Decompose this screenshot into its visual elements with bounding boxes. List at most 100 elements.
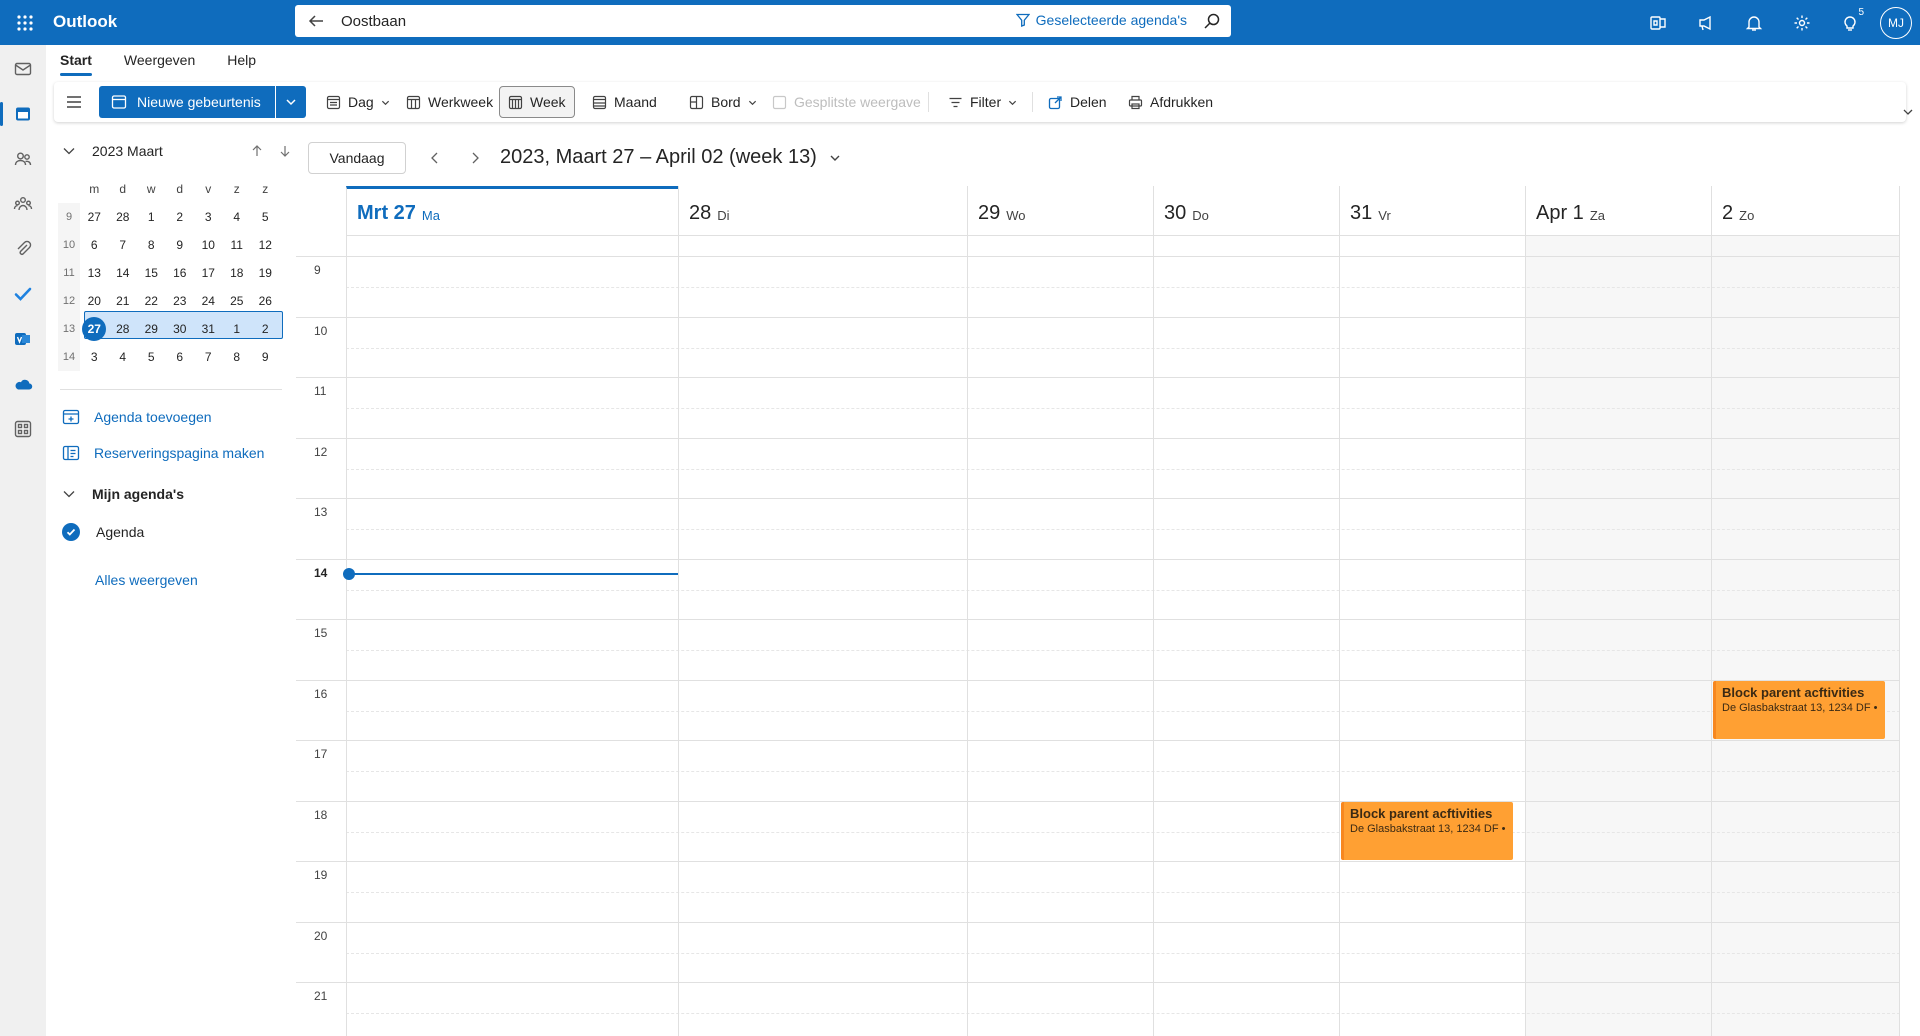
tab-weergeven[interactable]: Weergeven — [124, 52, 195, 76]
day-header-fri[interactable]: 31 Vr — [1339, 186, 1525, 236]
day-header-mon[interactable]: Mrt 27 Ma — [346, 186, 678, 236]
rail-mail[interactable] — [0, 49, 46, 89]
add-calendar-link[interactable]: Agenda toevoegen — [62, 408, 212, 426]
today-button[interactable]: Vandaag — [308, 142, 406, 174]
booking-page-link[interactable]: Reserveringspagina maken — [62, 444, 264, 462]
mini-day[interactable]: 19 — [251, 266, 280, 280]
rail-calendar[interactable] — [0, 94, 46, 134]
mini-day[interactable]: 27 — [80, 210, 109, 224]
mini-day[interactable]: 11 — [223, 238, 252, 252]
mini-day[interactable]: 4 — [109, 350, 138, 364]
view-board-button[interactable]: Bord — [681, 86, 765, 118]
rail-files[interactable] — [0, 229, 46, 269]
mini-day[interactable]: 3 — [80, 350, 109, 364]
search-input[interactable] — [341, 11, 861, 31]
mini-day[interactable]: 4 — [223, 210, 252, 224]
mini-day[interactable]: 20 — [80, 294, 109, 308]
rail-viva[interactable] — [0, 319, 46, 359]
mini-day[interactable]: 18 — [223, 266, 252, 280]
new-event-button[interactable]: Nieuwe gebeurtenis — [99, 86, 275, 118]
mini-day[interactable]: 28 — [109, 322, 138, 336]
share-button[interactable]: Delen — [1040, 86, 1115, 118]
calendar-item-agenda[interactable]: Agenda — [62, 523, 144, 541]
mini-day[interactable]: 2 — [251, 322, 280, 336]
rail-people[interactable] — [0, 139, 46, 179]
mini-day[interactable]: 24 — [194, 294, 223, 308]
view-month-button[interactable]: Maand — [584, 86, 665, 118]
chevron-right-icon[interactable] — [468, 151, 482, 165]
day-header-thu[interactable]: 30 Do — [1153, 186, 1339, 236]
mini-day[interactable]: 21 — [109, 294, 138, 308]
mini-day[interactable]: 15 — [137, 266, 166, 280]
mini-day[interactable]: 10 — [194, 238, 223, 252]
arrow-up-icon[interactable] — [250, 144, 264, 158]
filter-button[interactable]: Filter — [940, 86, 1025, 118]
view-week-button[interactable]: Week — [499, 86, 575, 118]
mini-day[interactable]: 8 — [223, 350, 252, 364]
rail-more-apps[interactable] — [0, 409, 46, 449]
rail-groups[interactable] — [0, 184, 46, 224]
print-button[interactable]: Afdrukken — [1120, 86, 1221, 118]
time-grid[interactable]: 9 10 11 12 13 14 15 16 17 18 19 20 21 Bl… — [296, 236, 1900, 1036]
mini-day[interactable]: 7 — [194, 350, 223, 364]
day-header-sun[interactable]: 2 Zo — [1711, 186, 1900, 236]
mini-day[interactable]: 5 — [137, 350, 166, 364]
app-launcher-button[interactable] — [8, 6, 41, 39]
mini-day[interactable]: 9 — [251, 350, 280, 364]
split-view-button[interactable]: Gesplitste weergave — [764, 86, 929, 118]
date-range-title[interactable]: 2023, Maart 27 – April 02 (week 13) — [500, 146, 841, 169]
whats-new-button[interactable] — [1682, 0, 1730, 45]
mini-day[interactable]: 23 — [166, 294, 195, 308]
hamburger-icon[interactable] — [64, 92, 84, 112]
app-title[interactable]: Outlook — [53, 12, 117, 32]
mini-calendar-title[interactable]: 2023 Maart — [92, 143, 163, 159]
mini-day[interactable]: 3 — [194, 210, 223, 224]
mini-day[interactable]: 17 — [194, 266, 223, 280]
tips-button[interactable]: 5 — [1826, 0, 1874, 45]
mini-day-today[interactable]: 27 — [80, 317, 109, 341]
mini-day[interactable]: 30 — [166, 322, 195, 336]
calendar-event[interactable]: Block parent acftivities De Glasbakstraa… — [1341, 802, 1513, 860]
mini-day[interactable]: 16 — [166, 266, 195, 280]
back-arrow-icon[interactable] — [307, 12, 325, 30]
notifications-button[interactable] — [1730, 0, 1778, 45]
mini-day[interactable]: 31 — [194, 322, 223, 336]
settings-button[interactable] — [1778, 0, 1826, 45]
mini-day[interactable]: 26 — [251, 294, 280, 308]
tab-help[interactable]: Help — [227, 52, 256, 76]
mini-day[interactable]: 25 — [223, 294, 252, 308]
search-scope-filter[interactable]: Geselecteerde agenda's — [1015, 12, 1187, 28]
new-event-dropdown[interactable] — [276, 86, 306, 118]
rail-onedrive[interactable] — [0, 364, 46, 404]
mini-day[interactable]: 1 — [223, 322, 252, 336]
chevron-down-icon[interactable] — [62, 144, 76, 158]
arrow-down-icon[interactable] — [278, 144, 292, 158]
show-all-link[interactable]: Alles weergeven — [95, 572, 198, 588]
day-header-wed[interactable]: 29 Wo — [967, 186, 1153, 236]
view-workweek-button[interactable]: Werkweek — [398, 86, 501, 118]
checkmark-icon[interactable] — [62, 523, 80, 541]
mini-day[interactable]: 14 — [109, 266, 138, 280]
mini-day[interactable]: 13 — [80, 266, 109, 280]
avatar[interactable]: MJ — [1880, 6, 1912, 39]
ribbon-expand-icon[interactable] — [1902, 106, 1914, 118]
mini-day[interactable]: 7 — [109, 238, 138, 252]
my-calendars-header[interactable]: Mijn agenda's — [62, 486, 184, 502]
mini-day[interactable]: 28 — [109, 210, 138, 224]
mini-day[interactable]: 5 — [251, 210, 280, 224]
day-header-sat[interactable]: Apr 1 Za — [1525, 186, 1711, 236]
mini-day[interactable]: 6 — [166, 350, 195, 364]
office-button[interactable] — [1634, 0, 1682, 45]
mini-day[interactable]: 9 — [166, 238, 195, 252]
mini-day[interactable]: 12 — [251, 238, 280, 252]
mini-day[interactable]: 2 — [166, 210, 195, 224]
day-header-tue[interactable]: 28 Di — [678, 186, 967, 236]
mini-day[interactable]: 29 — [137, 322, 166, 336]
tab-start[interactable]: Start — [60, 52, 92, 76]
mini-day[interactable]: 22 — [137, 294, 166, 308]
calendar-event[interactable]: Block parent acftivities De Glasbakstraa… — [1713, 681, 1885, 739]
rail-todo[interactable] — [0, 274, 46, 314]
mini-day[interactable]: 1 — [137, 210, 166, 224]
view-day-button[interactable]: Dag — [318, 86, 398, 118]
chevron-left-icon[interactable] — [428, 151, 442, 165]
